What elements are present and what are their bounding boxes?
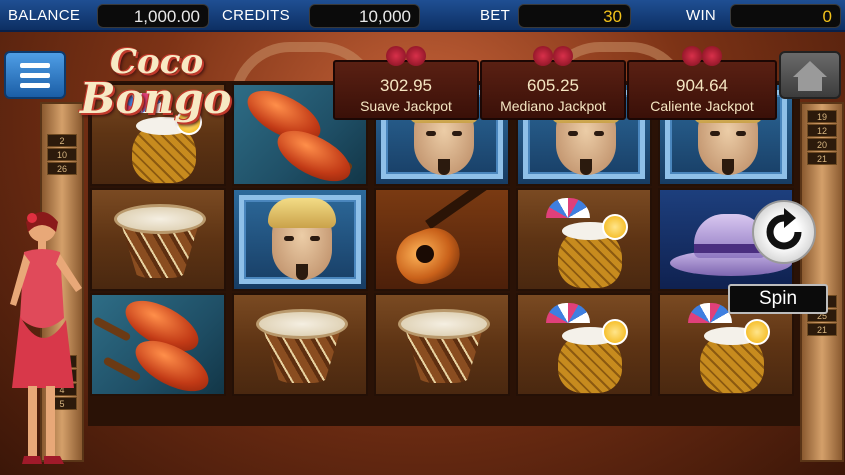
bet-label: BET [480, 7, 511, 24]
jackpot-mediano: 605.25 Mediano Jackpot [480, 46, 626, 120]
rose-icon [682, 46, 722, 68]
jackpot-label: Caliente Jackpot [650, 98, 754, 114]
rose-icon [386, 46, 426, 68]
spin-button[interactable]: Spin [728, 284, 828, 314]
symbol-man [232, 188, 368, 291]
symbol-maracas [90, 293, 226, 396]
payline-number: 2 [47, 134, 77, 147]
jackpot-label: Mediano Jackpot [500, 98, 606, 114]
symbol-guitar [374, 188, 510, 291]
home-icon [793, 61, 827, 91]
payline-number: 21 [807, 152, 837, 165]
home-button[interactable] [779, 51, 841, 99]
status-bar: BALANCE 1,000.00 CREDITS 10,000 BET 30 W… [0, 0, 845, 32]
jackpot-value: 302.95 [380, 76, 432, 95]
bet-value: 30 [518, 4, 631, 28]
game-logo: Coco Bongo [70, 42, 232, 134]
spin-panel[interactable]: Spin [722, 196, 834, 316]
payline-number: 19 [807, 110, 837, 123]
win-value: 0 [730, 4, 841, 28]
payline-number: 12 [807, 124, 837, 137]
balance-label: BALANCE [8, 7, 81, 24]
payline-number: 20 [807, 138, 837, 151]
symbol-cocktail [516, 188, 652, 291]
menu-button[interactable] [4, 51, 66, 99]
dancer-character [10, 212, 82, 464]
rose-icon [533, 46, 573, 68]
symbol-drum [232, 293, 368, 396]
payline-number: 26 [47, 162, 77, 175]
logo-text-bongo: Bongo [80, 74, 232, 123]
hamburger-menu-icon [20, 63, 50, 68]
jackpot-suave: 302.95 Suave Jackpot [333, 46, 479, 120]
symbol-drum [90, 188, 226, 291]
jackpot-caliente: 904.64 Caliente Jackpot [627, 46, 777, 120]
symbol-drum [374, 293, 510, 396]
credits-value: 10,000 [309, 4, 420, 28]
balance-value: 1,000.00 [97, 4, 209, 28]
jackpot-value: 904.64 [676, 76, 728, 95]
jackpot-value: 605.25 [527, 76, 579, 95]
win-label: WIN [686, 7, 717, 24]
payline-number: 21 [807, 323, 837, 336]
refresh-icon[interactable] [752, 200, 816, 264]
payline-number: 10 [47, 148, 77, 161]
credits-label: CREDITS [222, 7, 290, 24]
jackpot-label: Suave Jackpot [360, 98, 452, 114]
symbol-cocktail [516, 293, 652, 396]
